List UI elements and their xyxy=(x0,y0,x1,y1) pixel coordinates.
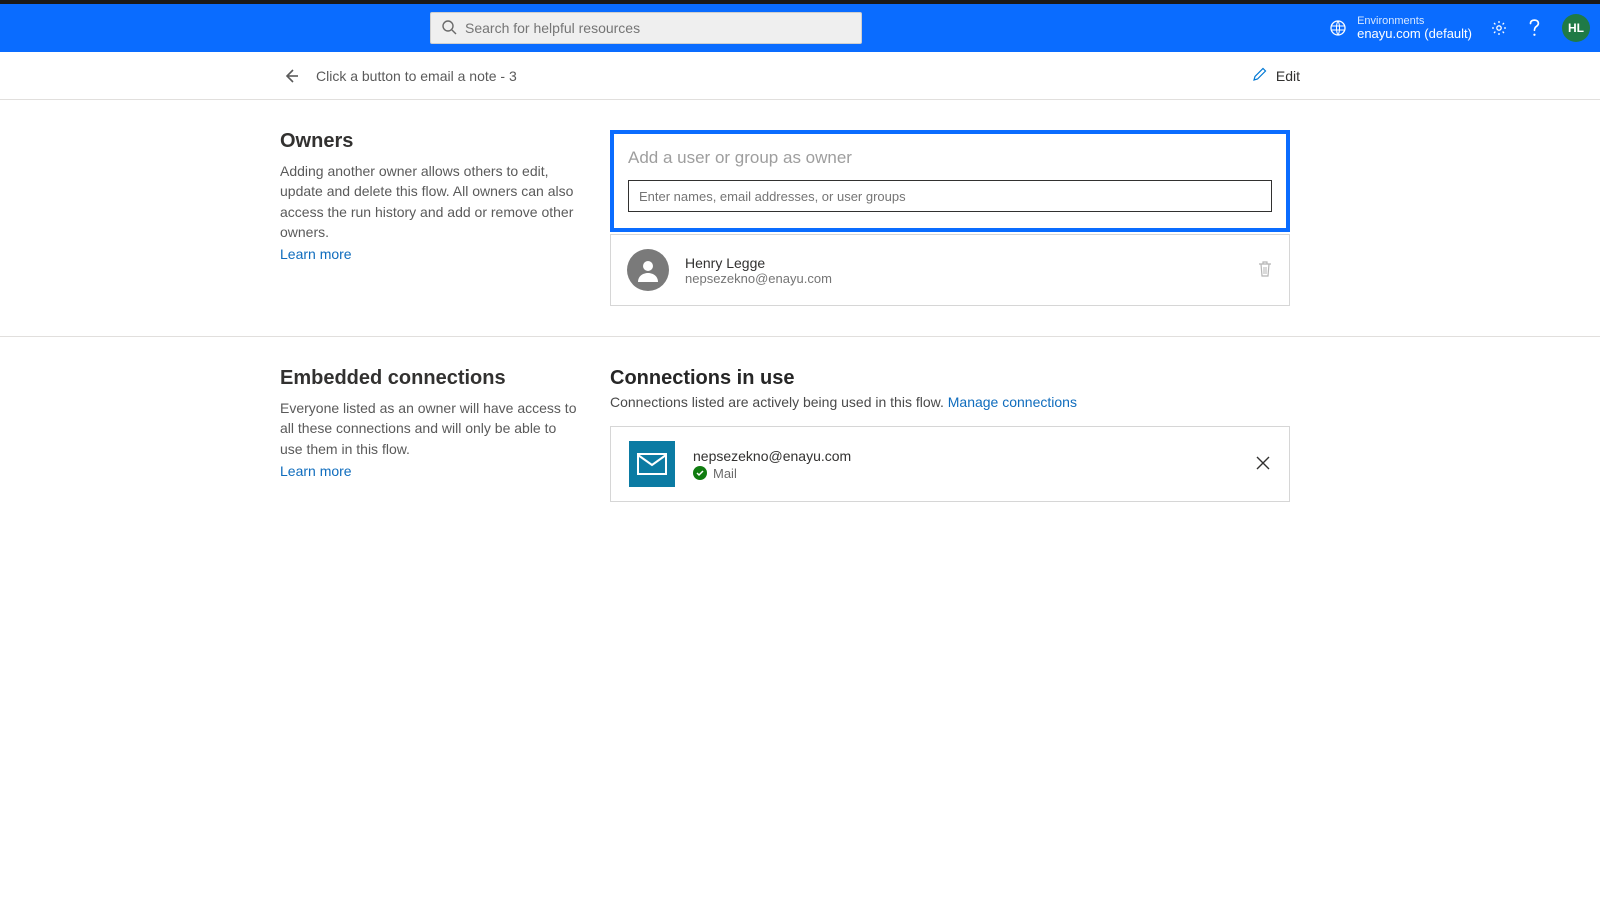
person-icon xyxy=(627,249,669,291)
owner-list-item: Henry Legge nepsezekno@enayu.com xyxy=(610,234,1290,306)
remove-connection-button[interactable] xyxy=(1255,455,1271,474)
settings-icon[interactable] xyxy=(1490,19,1508,37)
environment-name: enayu.com (default) xyxy=(1357,27,1472,41)
edit-label: Edit xyxy=(1276,68,1300,84)
connection-item: nepsezekno@enayu.com Mail xyxy=(610,426,1290,502)
owners-learn-more-link[interactable]: Learn more xyxy=(280,246,352,262)
add-owner-input[interactable] xyxy=(628,180,1272,212)
owner-email: nepsezekno@enayu.com xyxy=(685,271,1241,286)
owners-description: Adding another owner allows others to ed… xyxy=(280,161,580,242)
mail-icon xyxy=(629,441,675,487)
user-avatar[interactable]: HL xyxy=(1562,14,1590,42)
owner-name: Henry Legge xyxy=(685,255,1241,271)
environment-icon xyxy=(1329,19,1347,37)
owners-section: Owners Adding another owner allows other… xyxy=(0,100,1600,337)
add-owner-panel: Add a user or group as owner xyxy=(610,130,1290,232)
help-icon[interactable] xyxy=(1526,19,1544,37)
connections-subtitle: Connections listed are actively being us… xyxy=(610,394,1290,410)
command-bar: Click a button to email a note - 3 Edit xyxy=(0,52,1600,100)
owners-title: Owners xyxy=(280,130,580,153)
environment-picker[interactable]: Environments enayu.com (default) xyxy=(1329,15,1472,41)
edit-button[interactable]: Edit xyxy=(1252,66,1300,85)
connections-learn-more-link[interactable]: Learn more xyxy=(280,463,352,479)
connection-service: Mail xyxy=(713,466,737,481)
delete-owner-button[interactable] xyxy=(1257,260,1273,281)
connections-in-use-title: Connections in use xyxy=(610,367,1290,390)
embedded-connections-description: Everyone listed as an owner will have ac… xyxy=(280,398,580,459)
embedded-connections-title: Embedded connections xyxy=(280,367,580,390)
add-owner-title: Add a user or group as owner xyxy=(628,148,1272,168)
status-ok-icon xyxy=(693,466,707,480)
connections-section: Embedded connections Everyone listed as … xyxy=(0,337,1600,532)
page-title: Click a button to email a note - 3 xyxy=(316,68,517,84)
connection-email: nepsezekno@enayu.com xyxy=(693,448,1237,464)
app-header: Environments enayu.com (default) HL xyxy=(0,4,1600,52)
back-button[interactable] xyxy=(280,65,302,87)
manage-connections-link[interactable]: Manage connections xyxy=(948,394,1077,410)
global-search[interactable] xyxy=(430,12,862,44)
search-icon xyxy=(441,19,457,38)
pencil-icon xyxy=(1252,66,1268,85)
search-input[interactable] xyxy=(465,20,851,36)
